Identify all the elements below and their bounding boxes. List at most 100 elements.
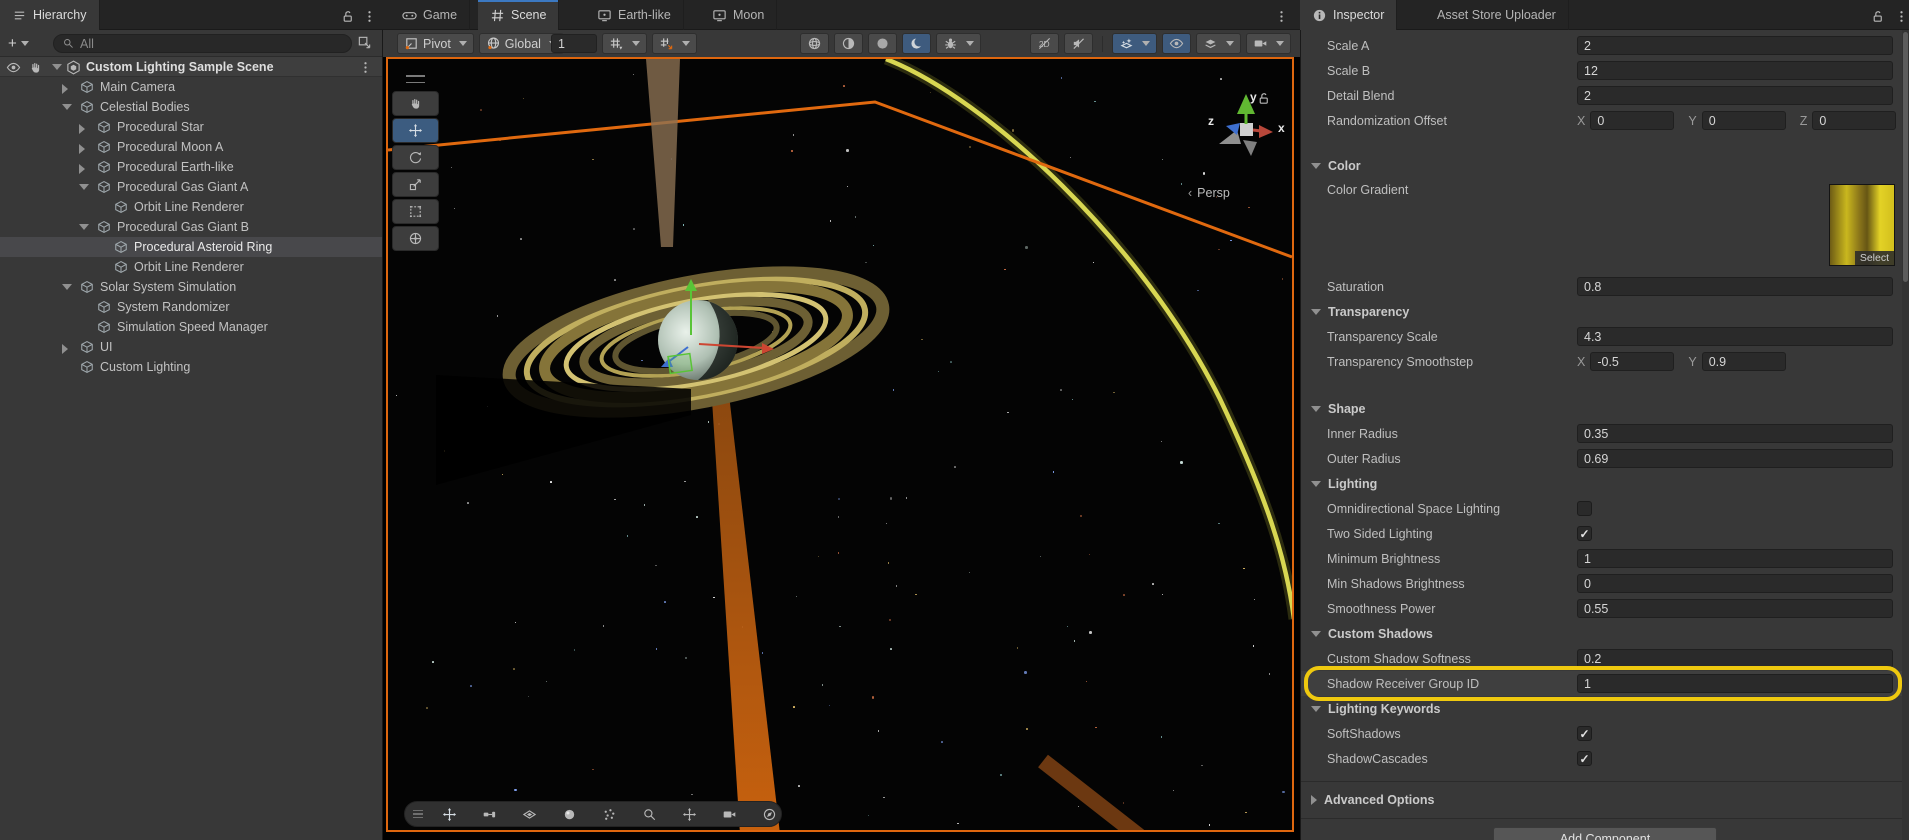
foldout-closed-icon[interactable]	[1311, 795, 1317, 805]
inspector-lock-icon[interactable]	[1868, 7, 1886, 25]
tool-scale-tool-icon[interactable]	[392, 172, 439, 197]
checkbox-omnidirectional-space-lighting[interactable]	[1577, 501, 1592, 516]
hierarchy-item-procedural-asteroid-ring[interactable]: Procedural Asteroid Ring	[0, 237, 382, 257]
toolbar-button-flat-2d-icon[interactable]: 2D	[1030, 33, 1059, 54]
value-field[interactable]: 0	[1577, 574, 1893, 593]
value-field[interactable]: 0.8	[1577, 277, 1893, 296]
checkbox-softshadows[interactable]: ✓	[1577, 726, 1592, 741]
overlay-particles-icon[interactable]	[594, 804, 624, 824]
value-field[interactable]: 0.9	[1702, 352, 1786, 371]
overlay-compass-icon[interactable]	[754, 804, 784, 824]
scene-pickability-icon[interactable]	[28, 60, 43, 75]
overlay-move-tool-icon[interactable]	[434, 804, 464, 824]
hierarchy-item-main-camera[interactable]: Main Camera	[0, 77, 382, 97]
tab-inspector[interactable]: Inspector	[1300, 0, 1397, 30]
foldout-open-icon[interactable]	[1311, 706, 1321, 712]
hierarchy-item-procedural-moon-a[interactable]: Procedural Moon A	[0, 137, 382, 157]
foldout-closed-icon[interactable]	[62, 344, 68, 354]
toolbar-button-camera-icon[interactable]	[1246, 33, 1291, 54]
tool-move-tool-icon[interactable]	[392, 118, 439, 143]
gradient-select-button[interactable]: Select	[1855, 251, 1894, 265]
overlay-zoom-icon[interactable]	[634, 804, 664, 824]
scene-foldout[interactable]	[52, 64, 62, 70]
hierarchy-item-procedural-earth-like[interactable]: Procedural Earth-like	[0, 157, 382, 177]
hierarchy-item-orbit-line-renderer[interactable]: Orbit Line Renderer	[0, 257, 382, 277]
tab-moon[interactable]: Moon	[700, 0, 777, 30]
value-field[interactable]: 2	[1577, 86, 1893, 105]
hierarchy-menu-icon[interactable]	[360, 7, 378, 25]
overlay-joint-icon[interactable]	[474, 804, 504, 824]
scene-header-row[interactable]: Custom Lighting Sample Scene	[0, 57, 382, 77]
toolbar-button-audio-muted-icon[interactable]	[1064, 33, 1093, 54]
tool-rotate-tool-icon[interactable]	[392, 145, 439, 170]
section-advanced-options[interactable]: Advanced Options	[1301, 786, 1909, 814]
section-shape[interactable]: Shape	[1301, 396, 1909, 421]
value-field[interactable]: 1	[1577, 674, 1893, 693]
value-field[interactable]: 4.3	[1577, 327, 1893, 346]
value-field[interactable]: 1	[1577, 549, 1893, 568]
hierarchy-item-procedural-gas-giant-a[interactable]: Procedural Gas Giant A	[0, 177, 382, 197]
tool-transform-tool-icon[interactable]	[392, 226, 439, 251]
foldout-open-icon[interactable]	[1311, 163, 1321, 169]
foldout-closed-icon[interactable]	[62, 84, 68, 94]
toolbar-button-circle-icon[interactable]	[868, 33, 897, 54]
gradient-swatch[interactable]: Select	[1829, 184, 1895, 266]
tab-scene[interactable]: Scene	[478, 0, 559, 30]
foldout-open-icon[interactable]	[62, 104, 72, 110]
foldout-closed-icon[interactable]	[79, 144, 85, 154]
hierarchy-item-system-randomizer[interactable]: System Randomizer	[0, 297, 382, 317]
grid-size-field[interactable]: 1	[551, 34, 597, 53]
toolbar-button-bug-icon[interactable]	[936, 33, 981, 54]
toolbar-button-crescent-icon[interactable]	[902, 33, 931, 54]
toolbar-button-snap-move-icon[interactable]	[652, 33, 697, 54]
hierarchy-item-procedural-star[interactable]: Procedural Star	[0, 117, 382, 137]
toolbar-button-fx-icon[interactable]	[1112, 33, 1157, 54]
toolbar-button-eye-icon[interactable]	[1162, 33, 1191, 54]
overlay-axis-move-icon[interactable]	[674, 804, 704, 824]
gizmo-lock-icon[interactable]	[1256, 91, 1271, 106]
section-custom-shadows[interactable]: Custom Shadows	[1301, 621, 1909, 646]
tab-asset-store-uploader[interactable]: Asset Store Uploader	[1425, 0, 1569, 30]
perspective-mode-label[interactable]: ‹Persp	[1188, 186, 1230, 200]
toolbar-button-layers-icon[interactable]	[1196, 33, 1241, 54]
tool-rect-tool-icon[interactable]	[392, 199, 439, 224]
value-field[interactable]: -0.5	[1590, 352, 1674, 371]
foldout-open-icon[interactable]	[1311, 631, 1321, 637]
hierarchy-item-orbit-line-renderer[interactable]: Orbit Line Renderer	[0, 197, 382, 217]
hierarchy-item-procedural-gas-giant-b[interactable]: Procedural Gas Giant B	[0, 217, 382, 237]
value-field[interactable]: 0.69	[1577, 449, 1893, 468]
overlay-sphere-icon[interactable]	[554, 804, 584, 824]
value-field[interactable]: 0.55	[1577, 599, 1893, 618]
toolstrip-drag-handle[interactable]	[392, 75, 439, 83]
foldout-open-icon[interactable]	[1311, 309, 1321, 315]
value-field[interactable]: 2	[1577, 36, 1893, 55]
overlaybar-drag-handle[interactable]	[413, 810, 423, 819]
foldout-closed-icon[interactable]	[79, 164, 85, 174]
scene-viewport[interactable]: y x z ‹Persp	[386, 57, 1294, 832]
foldout-open-icon[interactable]	[62, 284, 72, 290]
tab-game[interactable]: Game	[390, 0, 470, 30]
foldout-open-icon[interactable]	[1311, 481, 1321, 487]
section-lighting-keywords[interactable]: Lighting Keywords	[1301, 696, 1909, 721]
tab-hierarchy[interactable]: Hierarchy	[0, 0, 100, 30]
hierarchy-lock-icon[interactable]	[338, 7, 356, 25]
tool-hand-tool-icon[interactable]	[392, 91, 439, 116]
scene-visibility-eye-icon[interactable]	[6, 60, 21, 75]
inspector-scrollbar[interactable]	[1902, 30, 1909, 840]
value-field[interactable]: 0	[1812, 111, 1896, 130]
hierarchy-item-ui[interactable]: UI	[0, 337, 382, 357]
value-field[interactable]: 0	[1702, 111, 1786, 130]
toolbar-button-pivot-icon[interactable]: Pivot	[397, 33, 474, 54]
overlay-shader-icon[interactable]	[514, 804, 544, 824]
section-color[interactable]: Color	[1301, 153, 1909, 178]
scene-row-menu-icon[interactable]	[358, 60, 373, 75]
value-field[interactable]: 0.35	[1577, 424, 1893, 443]
hierarchy-item-solar-system-simulation[interactable]: Solar System Simulation	[0, 277, 382, 297]
picker-icon[interactable]	[357, 35, 372, 50]
scene-panel-menu-icon[interactable]	[1272, 7, 1290, 25]
toolbar-button-sphere-half-icon[interactable]	[834, 33, 863, 54]
hierarchy-item-celestial-bodies[interactable]: Celestial Bodies	[0, 97, 382, 117]
foldout-open-icon[interactable]	[1311, 406, 1321, 412]
toolbar-button-snap-grid-icon[interactable]	[602, 33, 647, 54]
foldout-open-icon[interactable]	[79, 184, 89, 190]
